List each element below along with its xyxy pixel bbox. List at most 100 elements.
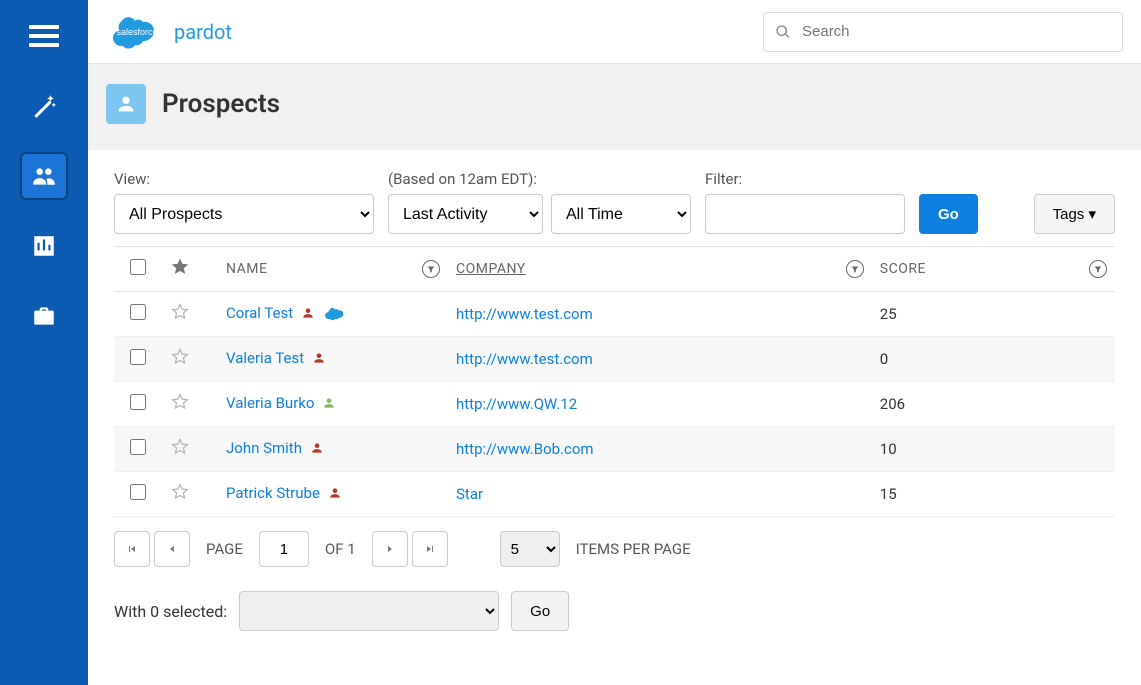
prospects-table: NAME COMPANY SCORE bbox=[114, 246, 1115, 517]
page-title: Prospects bbox=[162, 89, 280, 119]
go-button-group: Go bbox=[919, 170, 978, 234]
prospect-name-link[interactable]: Valeria Burko bbox=[226, 394, 314, 412]
topbar: salesforce pardot bbox=[88, 0, 1141, 64]
score-cell: 10 bbox=[872, 427, 1115, 472]
filter-label: Filter: bbox=[705, 170, 905, 188]
col-checkbox-header bbox=[114, 247, 162, 292]
table-row: John Smith http://www.Bob.com 10 bbox=[114, 427, 1115, 472]
view-select[interactable]: All Prospects bbox=[114, 194, 374, 234]
company-link[interactable]: http://www.test.com bbox=[456, 350, 593, 368]
page-number-input[interactable] bbox=[259, 531, 309, 567]
nav-wizard-button[interactable] bbox=[20, 82, 68, 130]
nav-prospects-button[interactable] bbox=[20, 152, 68, 200]
bulk-action-select[interactable] bbox=[239, 591, 499, 631]
salesforce-cloud-icon: salesforce bbox=[106, 11, 168, 53]
next-page-button[interactable] bbox=[372, 531, 408, 567]
briefcase-icon bbox=[31, 303, 57, 329]
filter-funnel-icon bbox=[1089, 260, 1107, 278]
nav-reports-button[interactable] bbox=[20, 222, 68, 270]
prospects-table-wrap: NAME COMPANY SCORE bbox=[88, 246, 1141, 517]
menu-toggle-button[interactable] bbox=[20, 12, 68, 60]
person-status-icon bbox=[310, 441, 324, 459]
star-button[interactable] bbox=[170, 308, 190, 326]
person-icon bbox=[115, 93, 137, 115]
table-row: Patrick Strube Star 15 bbox=[114, 472, 1115, 517]
last-page-button[interactable] bbox=[412, 531, 448, 567]
star-button[interactable] bbox=[170, 488, 190, 506]
nav-toolbox-button[interactable] bbox=[20, 292, 68, 340]
sidebar bbox=[0, 0, 88, 685]
items-per-page-select[interactable]: 5 bbox=[500, 531, 560, 567]
row-checkbox[interactable] bbox=[130, 439, 146, 455]
col-score-header[interactable]: SCORE bbox=[872, 247, 1115, 292]
search-icon bbox=[775, 24, 791, 40]
row-checkbox[interactable] bbox=[130, 484, 146, 500]
star-button[interactable] bbox=[170, 443, 190, 461]
activity-filter-group: (Based on 12am EDT): Last Activity All T… bbox=[388, 170, 691, 234]
star-button[interactable] bbox=[170, 353, 190, 371]
caret-down-icon: ▾ bbox=[1088, 206, 1096, 223]
row-checkbox[interactable] bbox=[130, 304, 146, 320]
table-row: Coral Test http://www.test.com 25 bbox=[114, 292, 1115, 337]
svg-text:salesforce: salesforce bbox=[116, 27, 157, 37]
person-status-icon bbox=[301, 306, 315, 324]
prospect-name-link[interactable]: John Smith bbox=[226, 439, 302, 457]
prospect-name-link[interactable]: Valeria Test bbox=[226, 349, 304, 367]
prospect-name-link[interactable]: Patrick Strube bbox=[226, 484, 320, 502]
filter-input[interactable] bbox=[705, 194, 905, 234]
col-name-header[interactable]: NAME bbox=[218, 247, 448, 292]
search-input[interactable] bbox=[763, 12, 1123, 52]
score-cell: 0 bbox=[872, 337, 1115, 382]
page-label: PAGE bbox=[206, 540, 243, 558]
star-button[interactable] bbox=[170, 398, 190, 416]
bulk-action-row: With 0 selected: Go bbox=[88, 581, 1141, 655]
tags-button[interactable]: Tags ▾ bbox=[1034, 194, 1115, 234]
salesforce-sync-icon bbox=[325, 306, 345, 324]
view-filter-group: View: All Prospects bbox=[114, 170, 374, 234]
col-company-header[interactable]: COMPANY bbox=[448, 247, 872, 292]
star-icon bbox=[170, 265, 190, 281]
select-all-checkbox[interactable] bbox=[130, 259, 146, 275]
bulk-go-button[interactable]: Go bbox=[511, 591, 569, 631]
time-select[interactable]: All Time bbox=[551, 194, 691, 234]
filter-go-button[interactable]: Go bbox=[919, 194, 978, 234]
company-link[interactable]: Star bbox=[456, 485, 483, 503]
page-icon bbox=[106, 84, 146, 124]
prev-page-button[interactable] bbox=[154, 531, 190, 567]
row-checkbox[interactable] bbox=[130, 394, 146, 410]
company-link[interactable]: http://www.test.com bbox=[456, 305, 593, 323]
prev-icon bbox=[166, 543, 178, 555]
table-row: Valeria Test http://www.test.com 0 bbox=[114, 337, 1115, 382]
next-icon bbox=[384, 543, 396, 555]
view-label: View: bbox=[114, 170, 374, 188]
company-link[interactable]: http://www.QW.12 bbox=[456, 395, 577, 413]
activity-label: (Based on 12am EDT): bbox=[388, 170, 691, 188]
chart-icon bbox=[31, 233, 57, 259]
row-checkbox[interactable] bbox=[130, 349, 146, 365]
score-cell: 25 bbox=[872, 292, 1115, 337]
brand-product-name: pardot bbox=[174, 20, 232, 44]
logo: salesforce pardot bbox=[106, 11, 232, 53]
prospect-name-link[interactable]: Coral Test bbox=[226, 304, 293, 322]
person-status-icon bbox=[328, 486, 342, 504]
main-content: salesforce pardot Prospects View: All Pr… bbox=[88, 0, 1141, 685]
search-container bbox=[763, 12, 1123, 52]
filter-funnel-icon bbox=[846, 260, 864, 278]
wand-icon bbox=[31, 93, 57, 119]
text-filter-group: Filter: bbox=[705, 170, 905, 234]
last-icon bbox=[424, 543, 436, 555]
company-link[interactable]: http://www.Bob.com bbox=[456, 440, 594, 458]
first-icon bbox=[126, 543, 138, 555]
table-row: Valeria Burko http://www.QW.12 206 bbox=[114, 382, 1115, 427]
page-header: Prospects bbox=[88, 64, 1141, 150]
col-star-header[interactable] bbox=[162, 247, 218, 292]
first-page-button[interactable] bbox=[114, 531, 150, 567]
person-status-icon bbox=[312, 351, 326, 369]
activity-select[interactable]: Last Activity bbox=[388, 194, 543, 234]
items-per-page-label: ITEMS PER PAGE bbox=[576, 540, 691, 558]
person-status-icon bbox=[322, 396, 336, 414]
with-selected-label: With 0 selected: bbox=[114, 602, 227, 621]
score-cell: 206 bbox=[872, 382, 1115, 427]
pagination-row: PAGE OF 1 5 ITEMS PER PAGE bbox=[88, 517, 1141, 581]
page-of-label: OF 1 bbox=[325, 540, 356, 558]
